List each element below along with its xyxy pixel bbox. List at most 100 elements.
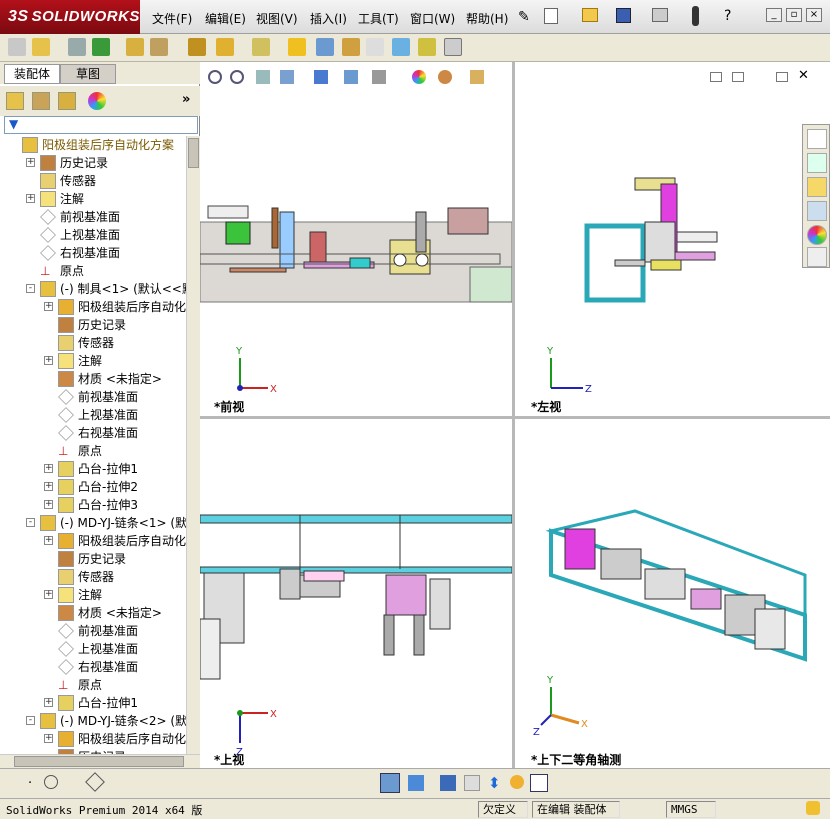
units-status[interactable]: MMGS <box>666 801 716 818</box>
tree-item[interactable]: 前视基准面 <box>0 622 186 640</box>
configuration-manager-icon[interactable] <box>58 92 76 110</box>
tree-item[interactable]: 阳极组装后序自动化方案 <box>0 136 186 154</box>
expand-icon[interactable]: + <box>44 482 53 491</box>
tree-item[interactable]: + 阳极组装后序自动化方 <box>0 298 186 316</box>
appearances-icon[interactable] <box>807 225 827 245</box>
menu-insert[interactable]: 插入(I) <box>310 10 347 27</box>
custom-properties-icon[interactable] <box>807 247 827 267</box>
move-icon[interactable]: ⬍ <box>488 774 501 792</box>
tree-item[interactable]: 传感器 <box>0 568 186 586</box>
tree-item[interactable]: 历史记录 <box>0 550 186 568</box>
view-settings-icon[interactable] <box>470 70 484 84</box>
tree-item[interactable]: + 凸台-拉伸3 <box>0 496 186 514</box>
tree-item[interactable]: ⊥ 原点 <box>0 442 186 460</box>
assembly-features-icon[interactable] <box>216 38 234 56</box>
zoom-to-area-icon[interactable] <box>230 70 244 84</box>
bill-of-materials-icon[interactable] <box>316 38 334 56</box>
hide-show-items-icon[interactable] <box>372 70 386 84</box>
expand-icon[interactable]: + <box>44 590 53 599</box>
tree-item[interactable]: ⊥ 原点 <box>0 676 186 694</box>
menu-view[interactable]: 视图(V) <box>256 10 298 27</box>
mate-icon[interactable] <box>68 38 86 56</box>
tree-item[interactable]: 右视基准面 <box>0 658 186 676</box>
tree-item[interactable]: 右视基准面 <box>0 244 186 262</box>
point-icon[interactable]: · <box>28 776 32 791</box>
print-icon[interactable] <box>652 8 668 22</box>
h-scroll-thumb[interactable] <box>14 756 184 767</box>
help-icon[interactable]: ? <box>724 8 731 24</box>
tree-item[interactable]: + 注解 <box>0 190 186 208</box>
viewport-single-view-icon[interactable] <box>710 72 722 82</box>
traffic-light-icon[interactable] <box>692 6 699 26</box>
view-cube-icon[interactable] <box>408 775 424 791</box>
expand-icon[interactable]: + <box>44 464 53 473</box>
new-motion-study-icon[interactable] <box>288 38 306 56</box>
view-palette-icon[interactable] <box>807 201 827 221</box>
minimize-button[interactable]: _ <box>766 8 782 22</box>
solidworks-logo[interactable]: 3S SOLIDWORKS <box>0 0 140 34</box>
display-style-icon[interactable] <box>344 70 358 84</box>
menu-window[interactable]: 窗口(W) <box>410 10 455 27</box>
expand-icon[interactable]: + <box>26 158 35 167</box>
tree-item[interactable]: + 阳极组装后序自动化方 <box>0 730 186 748</box>
notification-icon[interactable] <box>806 801 820 815</box>
scroll-thumb[interactable] <box>188 138 199 168</box>
tree-item[interactable]: 上视基准面 <box>0 226 186 244</box>
update-speedpak-icon[interactable] <box>418 38 436 56</box>
display-manager-icon[interactable] <box>88 92 106 110</box>
expand-arrows-icon[interactable]: » <box>182 92 190 107</box>
tree-item[interactable]: 上视基准面 <box>0 406 186 424</box>
pin-icon[interactable]: ✎ <box>518 9 530 25</box>
explode-line-icon[interactable] <box>366 38 384 56</box>
tree-item[interactable]: - (-) 制具<1> (默认<<默认> <box>0 280 186 298</box>
tree-item[interactable]: + 历史记录 <box>0 154 186 172</box>
tree-item[interactable]: ⊥ 原点 <box>0 262 186 280</box>
filter-icon[interactable]: ▼ <box>9 117 18 131</box>
apply-scene-icon[interactable] <box>438 70 452 84</box>
new-document-icon[interactable] <box>544 8 558 24</box>
new-part-icon[interactable] <box>32 38 50 56</box>
tab-assembly[interactable]: 装配体 <box>4 64 60 84</box>
shaded-display-icon[interactable] <box>380 773 400 793</box>
tree-item[interactable]: 传感器 <box>0 334 186 352</box>
view-orientation-icon[interactable] <box>314 70 328 84</box>
table-icon[interactable] <box>530 774 548 792</box>
solidworks-resources-icon[interactable] <box>807 129 827 149</box>
tree-item[interactable]: 前视基准面 <box>0 208 186 226</box>
annotation-views-icon[interactable] <box>464 775 480 791</box>
expand-icon[interactable]: + <box>44 500 53 509</box>
tree-item[interactable]: 材质 <未指定> <box>0 370 186 388</box>
viewport-left[interactable]: Y Z *左视 <box>515 92 830 416</box>
tree-item[interactable]: - (-) MD-YJ-链条<1> (默认< <box>0 514 186 532</box>
collapse-icon[interactable]: - <box>26 716 35 725</box>
expand-icon[interactable]: + <box>44 302 53 311</box>
property-manager-icon[interactable] <box>32 92 50 110</box>
previous-view-icon[interactable] <box>256 70 270 84</box>
design-library-icon[interactable] <box>807 153 827 173</box>
tree-item[interactable]: + 凸台-拉伸1 <box>0 460 186 478</box>
tree-item[interactable]: 材质 <未指定> <box>0 604 186 622</box>
menu-tools[interactable]: 工具(T) <box>358 10 399 27</box>
menu-help[interactable]: 帮助(H) <box>466 10 508 27</box>
close-button[interactable]: × <box>806 8 822 22</box>
tree-item[interactable]: + 凸台-拉伸1 <box>0 694 186 712</box>
edit-appearance-icon[interactable] <box>412 70 426 84</box>
expand-icon[interactable]: + <box>26 194 35 203</box>
show-hidden-icon[interactable] <box>188 38 206 56</box>
tree-item[interactable]: - (-) MD-YJ-链条<2> (默认< <box>0 712 186 730</box>
tree-item[interactable]: 上视基准面 <box>0 640 186 658</box>
tab-sketch[interactable]: 草图 <box>60 64 116 84</box>
save-icon[interactable] <box>616 8 631 23</box>
menu-file[interactable]: 文件(F) <box>152 10 192 27</box>
filter-input[interactable]: ▼ <box>4 116 198 134</box>
tree-item[interactable]: + 注解 <box>0 352 186 370</box>
expand-icon[interactable]: + <box>44 536 53 545</box>
exploded-view-icon[interactable] <box>342 38 360 56</box>
tree-item[interactable]: + 凸台-拉伸2 <box>0 478 186 496</box>
menu-edit[interactable]: 编辑(E) <box>205 10 246 27</box>
collapse-icon[interactable]: - <box>26 518 35 527</box>
camera-icon[interactable] <box>510 775 524 789</box>
polygon-icon[interactable] <box>85 772 105 792</box>
file-explorer-icon[interactable] <box>807 177 827 197</box>
viewport-restore-icon[interactable] <box>776 72 788 82</box>
